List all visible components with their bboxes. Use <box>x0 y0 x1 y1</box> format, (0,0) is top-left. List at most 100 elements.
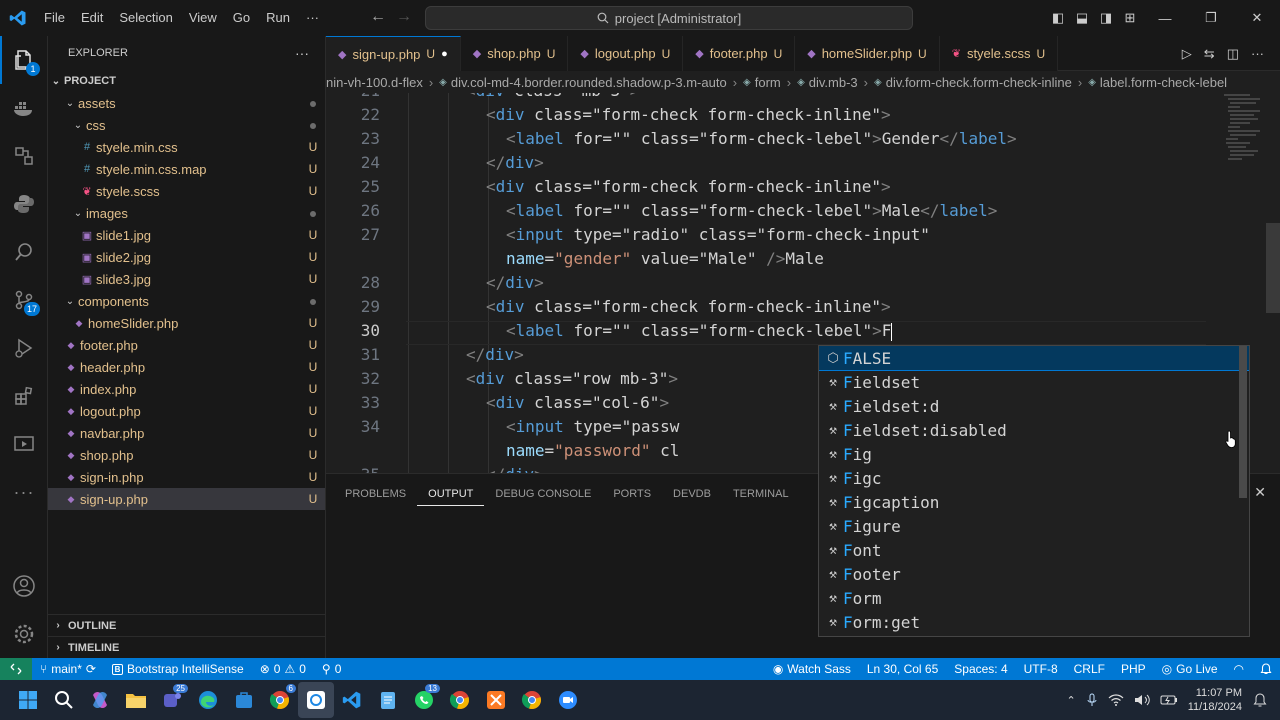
compare-icon[interactable]: ⇆ <box>1204 46 1215 62</box>
panel-tab-ports[interactable]: PORTS <box>602 474 662 514</box>
ports-indicator[interactable]: ⚲ 0 <box>314 662 349 676</box>
whatsapp-icon[interactable]: 13 <box>406 682 442 718</box>
breadcrumb-item[interactable]: div.form-check.form-check-inline <box>886 75 1072 90</box>
remote-indicator-icon[interactable] <box>0 658 32 680</box>
breadcrumb-item[interactable]: div.mb-3 <box>809 75 858 90</box>
suggest-scrollbar[interactable] <box>1239 346 1247 498</box>
restore-button[interactable]: ❐ <box>1188 10 1234 26</box>
remote-explorer-icon[interactable] <box>0 132 48 180</box>
microphone-icon[interactable] <box>1086 693 1098 707</box>
go-live[interactable]: ◎ Go Live <box>1154 662 1226 676</box>
editor-more-icon[interactable]: ··· <box>1251 46 1264 61</box>
code-line[interactable]: <div class="row mb-3"> <box>466 369 678 388</box>
language-mode[interactable]: PHP <box>1113 662 1154 676</box>
code-line[interactable]: <div class="form-check form-check-inline… <box>486 177 891 196</box>
code-line[interactable]: <input type="passw <box>506 417 679 436</box>
more-menu-icon[interactable]: ··· <box>298 0 327 36</box>
suggestion-item[interactable]: ⚒ Figc <box>819 466 1249 490</box>
file-item[interactable]: ◆ header.php U <box>48 356 325 378</box>
notifications-bell-icon[interactable] <box>1252 662 1280 676</box>
notepad-icon[interactable] <box>370 682 406 718</box>
panel-tab-output[interactable]: OUTPUT <box>417 482 485 506</box>
suggestion-item[interactable]: ⚒ Form <box>819 586 1249 610</box>
folder-item[interactable]: ⌄ images <box>48 202 325 224</box>
chrome-profile-icon[interactable] <box>442 682 478 718</box>
command-center-search[interactable]: project [Administrator] <box>425 6 913 30</box>
vscode-taskbar-icon[interactable] <box>334 682 370 718</box>
code-line[interactable]: <label for="" class="form-check-lebel">G… <box>506 129 1017 148</box>
close-window-button[interactable]: ✕ <box>1234 10 1280 26</box>
file-item[interactable]: ▣ slide1.jpg U <box>48 224 325 246</box>
menu-file[interactable]: File <box>36 0 73 36</box>
code-line[interactable]: name="password" cl <box>506 441 679 460</box>
screen-recorder-icon[interactable] <box>298 682 334 718</box>
panel-tab-problems[interactable]: PROBLEMS <box>334 474 417 514</box>
toggle-secondary-sidebar-icon[interactable]: ◨ <box>1094 10 1118 26</box>
unsaved-dot-icon[interactable]: ● <box>441 48 448 60</box>
docker-icon[interactable] <box>0 84 48 132</box>
suggestion-item[interactable]: ⚒ Fieldset:disabled <box>819 418 1249 442</box>
tab-homeSlider-php[interactable]: ◆ homeSlider.php U <box>795 36 940 71</box>
notification-bell-icon[interactable] <box>1252 692 1268 708</box>
tab-sign-up-php[interactable]: ◆ sign-up.php U ● <box>326 36 461 71</box>
file-item[interactable]: # styele.min.css U <box>48 136 325 158</box>
breadcrumb-item[interactable]: div.col-md-4.border.rounded.shadow.p-3.m… <box>451 75 727 90</box>
file-item[interactable]: ◆ homeSlider.php U <box>48 312 325 334</box>
outline-section[interactable]: › OUTLINE <box>48 614 325 636</box>
tray-chevron-up-icon[interactable]: ⌃ <box>1067 694 1076 707</box>
panel-tab-terminal[interactable]: TERMINAL <box>722 474 800 514</box>
code-line[interactable]: </div> <box>486 465 544 473</box>
file-item[interactable]: ▣ slide2.jpg U <box>48 246 325 268</box>
code-line[interactable]: <label for="" class="form-check-lebel">F <box>506 321 893 341</box>
file-item[interactable]: ◆ footer.php U <box>48 334 325 356</box>
layout-icon[interactable]: ⊞ <box>1118 10 1142 26</box>
suggestion-item[interactable]: ⚒ Fieldset:d <box>819 394 1249 418</box>
taskbar-search-icon[interactable] <box>46 682 82 718</box>
copilot-icon[interactable] <box>82 682 118 718</box>
suggestion-item[interactable]: ⚒ Fig <box>819 442 1249 466</box>
file-explorer-icon[interactable] <box>118 682 154 718</box>
menu-run[interactable]: Run <box>258 0 298 36</box>
toggle-panel-icon[interactable]: ⬓ <box>1070 10 1094 26</box>
bootstrap-intellisense[interactable]: B Bootstrap IntelliSense <box>104 662 252 676</box>
minimize-button[interactable]: — <box>1142 11 1188 26</box>
chrome-icon[interactable]: 6 <box>262 682 298 718</box>
code-line[interactable]: <div class="form-check form-check-inline… <box>486 105 891 124</box>
code-line[interactable]: </div> <box>486 273 544 292</box>
suggestion-item[interactable]: ⚒ Fieldset <box>819 370 1249 394</box>
edge-icon[interactable] <box>190 682 226 718</box>
close-panel-icon[interactable]: ✕ <box>1254 484 1266 501</box>
file-item[interactable]: # styele.min.css.map U <box>48 158 325 180</box>
breadcrumb-item[interactable]: label.form-check-lebel <box>1100 75 1227 90</box>
menu-view[interactable]: View <box>181 0 225 36</box>
forward-arrow-icon[interactable]: → <box>396 8 412 26</box>
extensions-icon[interactable] <box>0 372 48 420</box>
clock[interactable]: 11:07 PM 11/18/2024 <box>1188 686 1242 714</box>
tab-styele-scss[interactable]: ❦ styele.scss U <box>939 36 1059 71</box>
wifi-icon[interactable] <box>1108 694 1124 706</box>
indentation[interactable]: Spaces: 4 <box>946 662 1015 676</box>
watch-sass[interactable]: ◉ Watch Sass <box>765 662 859 676</box>
source-control-icon[interactable]: 17 <box>0 276 48 324</box>
code-line[interactable]: <div class="form-check form-check-inline… <box>486 297 891 316</box>
file-item[interactable]: ◆ sign-in.php U <box>48 466 325 488</box>
search-icon[interactable] <box>0 228 48 276</box>
teams-icon[interactable]: 25 <box>154 682 190 718</box>
python-icon[interactable] <box>0 180 48 228</box>
file-item[interactable]: ❦ styele.scss U <box>48 180 325 202</box>
zoom-icon[interactable] <box>550 682 586 718</box>
timeline-section[interactable]: › TIMELINE <box>48 636 325 658</box>
suggestion-item[interactable]: ⬡ FALSE <box>819 346 1249 371</box>
chrome-profile-2-icon[interactable] <box>514 682 550 718</box>
folder-item[interactable]: ⌄ css <box>48 114 325 136</box>
file-item[interactable]: ◆ logout.php U <box>48 400 325 422</box>
breadcrumb-item[interactable]: form <box>755 75 781 90</box>
file-item[interactable]: ◆ shop.php U <box>48 444 325 466</box>
code-line[interactable]: <div class="col-6"> <box>486 393 669 412</box>
folder-item[interactable]: ⌄ components <box>48 290 325 312</box>
panel-tab-debug-console[interactable]: DEBUG CONSOLE <box>484 474 602 514</box>
xampp-icon[interactable] <box>478 682 514 718</box>
code-line[interactable]: <label for="" class="form-check-lebel">M… <box>506 201 997 220</box>
explorer-icon[interactable]: 1 <box>0 36 48 84</box>
minimap[interactable] <box>1220 93 1268 173</box>
